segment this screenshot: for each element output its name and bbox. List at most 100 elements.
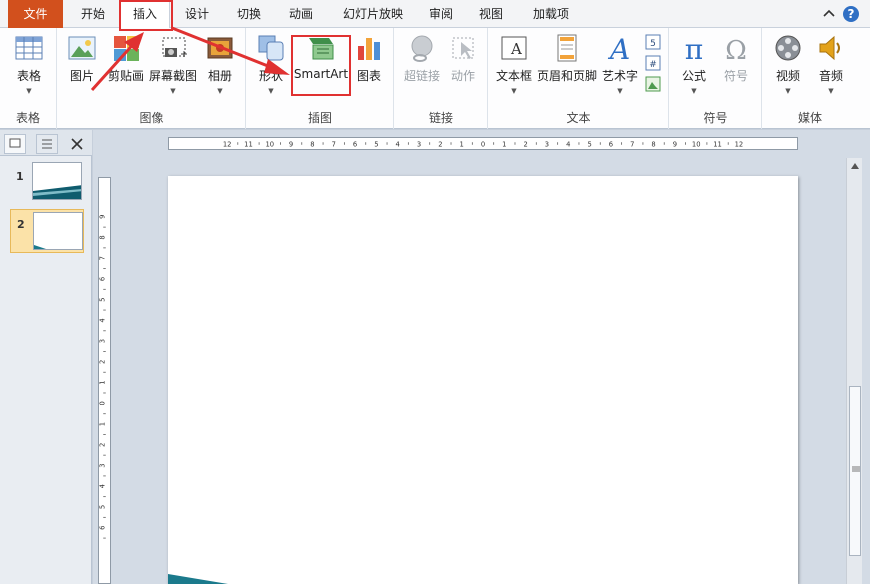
ruler-tick-label: 4 bbox=[99, 484, 107, 488]
chart-button[interactable]: 图表 bbox=[351, 32, 387, 84]
slides-view-icon bbox=[9, 138, 21, 148]
vertical-scrollbar[interactable] bbox=[846, 158, 862, 584]
ruler-tick-label: 6 bbox=[99, 277, 107, 281]
dropdown-arrow-icon: ▼ bbox=[828, 87, 834, 95]
svg-text:#: # bbox=[649, 60, 657, 70]
screenshot-icon bbox=[162, 37, 187, 57]
group-label-table: 表格 bbox=[15, 111, 40, 125]
scroll-up-icon[interactable] bbox=[850, 162, 860, 170]
ruler-tick-label: 6 bbox=[609, 140, 613, 148]
audio-button[interactable]: 音频 ▼ bbox=[811, 32, 851, 95]
ruler-tick-label: 8 bbox=[99, 235, 107, 239]
ruler-tick-label: 3 bbox=[545, 140, 549, 148]
slide-number-icon[interactable]: # bbox=[645, 55, 661, 71]
svg-text:A: A bbox=[510, 40, 522, 58]
slide-thumbnail-2[interactable]: 2 bbox=[10, 209, 84, 253]
slides-panel-tabs bbox=[0, 130, 92, 156]
ruler-tick-label: 5 bbox=[98, 298, 106, 302]
ruler-tick-label: 2 bbox=[99, 443, 107, 447]
wordart-button[interactable]: A 艺术字 ▼ bbox=[601, 32, 639, 95]
header-footer-button[interactable]: 页眉和页脚 bbox=[535, 32, 599, 84]
close-panel-icon[interactable] bbox=[70, 137, 84, 151]
tab-transitions[interactable]: 切换 bbox=[226, 0, 272, 28]
action-button[interactable]: 动作 bbox=[445, 32, 481, 84]
ruler-tick-label: 7 bbox=[99, 256, 107, 260]
tab-slides-view[interactable] bbox=[4, 134, 26, 154]
picture-button[interactable]: 图片 bbox=[64, 32, 100, 84]
ruler-tick-label: 6 bbox=[98, 526, 106, 530]
textbox-icon: A bbox=[501, 36, 527, 60]
tab-view[interactable]: 视图 bbox=[468, 0, 514, 28]
dropdown-arrow-icon: ▼ bbox=[691, 87, 697, 95]
tab-home[interactable]: 开始 bbox=[70, 0, 116, 28]
group-label-symbols: 符号 bbox=[703, 111, 728, 125]
clipart-button[interactable]: 剪贴画 bbox=[104, 32, 148, 84]
ruler-tick-label: 8 bbox=[310, 140, 314, 148]
slide-canvas[interactable] bbox=[168, 176, 798, 584]
shapes-button[interactable]: 形状 ▼ bbox=[253, 32, 289, 95]
group-label-links: 链接 bbox=[428, 111, 453, 125]
tab-design[interactable]: 设计 bbox=[174, 0, 220, 28]
ruler-tick-label: 3 bbox=[99, 463, 107, 467]
screenshot-button[interactable]: 屏幕截图 ▼ bbox=[148, 32, 198, 95]
object-icon[interactable] bbox=[645, 76, 661, 92]
ruler-tick-label: 8 bbox=[651, 140, 655, 148]
symbol-button[interactable]: Ω 符号 bbox=[716, 32, 756, 84]
tab-review[interactable]: 审阅 bbox=[418, 0, 464, 28]
ruler-tick-label: 7 bbox=[332, 140, 336, 148]
ruler-tick-label: 1 bbox=[502, 140, 506, 148]
header-footer-icon bbox=[557, 34, 577, 62]
ruler-tick-label: 0 bbox=[481, 140, 485, 148]
slide-preview bbox=[33, 212, 83, 250]
hyperlink-button[interactable]: 超链接 bbox=[401, 32, 443, 84]
picture-icon bbox=[68, 36, 96, 60]
ruler-tick-label: 1 bbox=[460, 140, 464, 148]
video-button[interactable]: 视频 ▼ bbox=[767, 32, 809, 95]
table-button[interactable]: 表格 ▼ bbox=[6, 32, 52, 95]
slide-thumbnail-1[interactable]: 1 bbox=[10, 160, 84, 204]
tab-outline-view[interactable] bbox=[36, 134, 58, 154]
svg-text:π: π bbox=[685, 33, 703, 64]
dropdown-arrow-icon: ▼ bbox=[268, 87, 274, 95]
equation-button[interactable]: π 公式 ▼ bbox=[674, 32, 714, 95]
textbox-button[interactable]: A 文本框 ▼ bbox=[493, 32, 535, 95]
help-icon[interactable]: ? bbox=[842, 5, 860, 23]
svg-text:A: A bbox=[607, 33, 630, 64]
clipart-icon bbox=[114, 36, 139, 61]
shapes-icon bbox=[258, 35, 284, 61]
action-icon bbox=[452, 37, 474, 59]
table-icon bbox=[15, 36, 43, 60]
ruler-tick-label: 9 bbox=[673, 140, 677, 148]
horizontal-ruler: 12 11 10 9 8 7 6 5 4 3 2 1 0 1 2 3 4 5 6 7 8 9 10 11 12 bbox=[168, 137, 798, 150]
smartart-icon bbox=[309, 38, 334, 60]
tab-slideshow[interactable]: 幻灯片放映 bbox=[334, 0, 412, 28]
ruler-tick-label: 11 bbox=[244, 140, 253, 148]
tab-addins[interactable]: 加载项 bbox=[520, 0, 582, 28]
ruler-tick-label: 1 bbox=[98, 422, 106, 426]
album-button[interactable]: 相册 ▼ bbox=[200, 32, 240, 95]
group-table: 表格 ▼ 表格 bbox=[0, 28, 57, 129]
tab-file[interactable]: 文件 bbox=[8, 0, 63, 28]
tab-insert[interactable]: 插入 bbox=[120, 0, 170, 29]
date-time-icon[interactable]: 5 bbox=[645, 34, 661, 50]
slide-decoration bbox=[168, 574, 228, 584]
dropdown-arrow-icon: ▼ bbox=[511, 87, 517, 95]
ruler-tick-label: 3 bbox=[99, 339, 107, 343]
scrollbar-thumb[interactable] bbox=[849, 386, 861, 556]
ruler-tick-label: 11 bbox=[713, 140, 722, 148]
bar-chart-icon bbox=[358, 38, 380, 60]
smartart-button[interactable]: SmartArt bbox=[292, 32, 350, 81]
group-text: A 文本框 ▼ 页眉和页脚 A 艺术字 ▼ 5 # 文本 bbox=[489, 28, 669, 129]
wordart-icon: A bbox=[607, 33, 630, 64]
speaker-icon bbox=[819, 35, 840, 61]
ruler-tick-label: 2 bbox=[98, 360, 106, 364]
group-illustrations: 形状 ▼ SmartArt 图表 插图 bbox=[247, 28, 394, 129]
tab-animations[interactable]: 动画 bbox=[278, 0, 324, 28]
ruler-tick-label: 4 bbox=[566, 140, 570, 148]
outline-view-icon bbox=[42, 139, 52, 149]
collapse-ribbon-icon[interactable] bbox=[822, 8, 836, 18]
group-label-text: 文本 bbox=[566, 111, 591, 125]
ruler-tick-label: 7 bbox=[630, 140, 634, 148]
grip-icon bbox=[852, 466, 860, 472]
ruler-tick-label: 5 bbox=[587, 140, 591, 148]
